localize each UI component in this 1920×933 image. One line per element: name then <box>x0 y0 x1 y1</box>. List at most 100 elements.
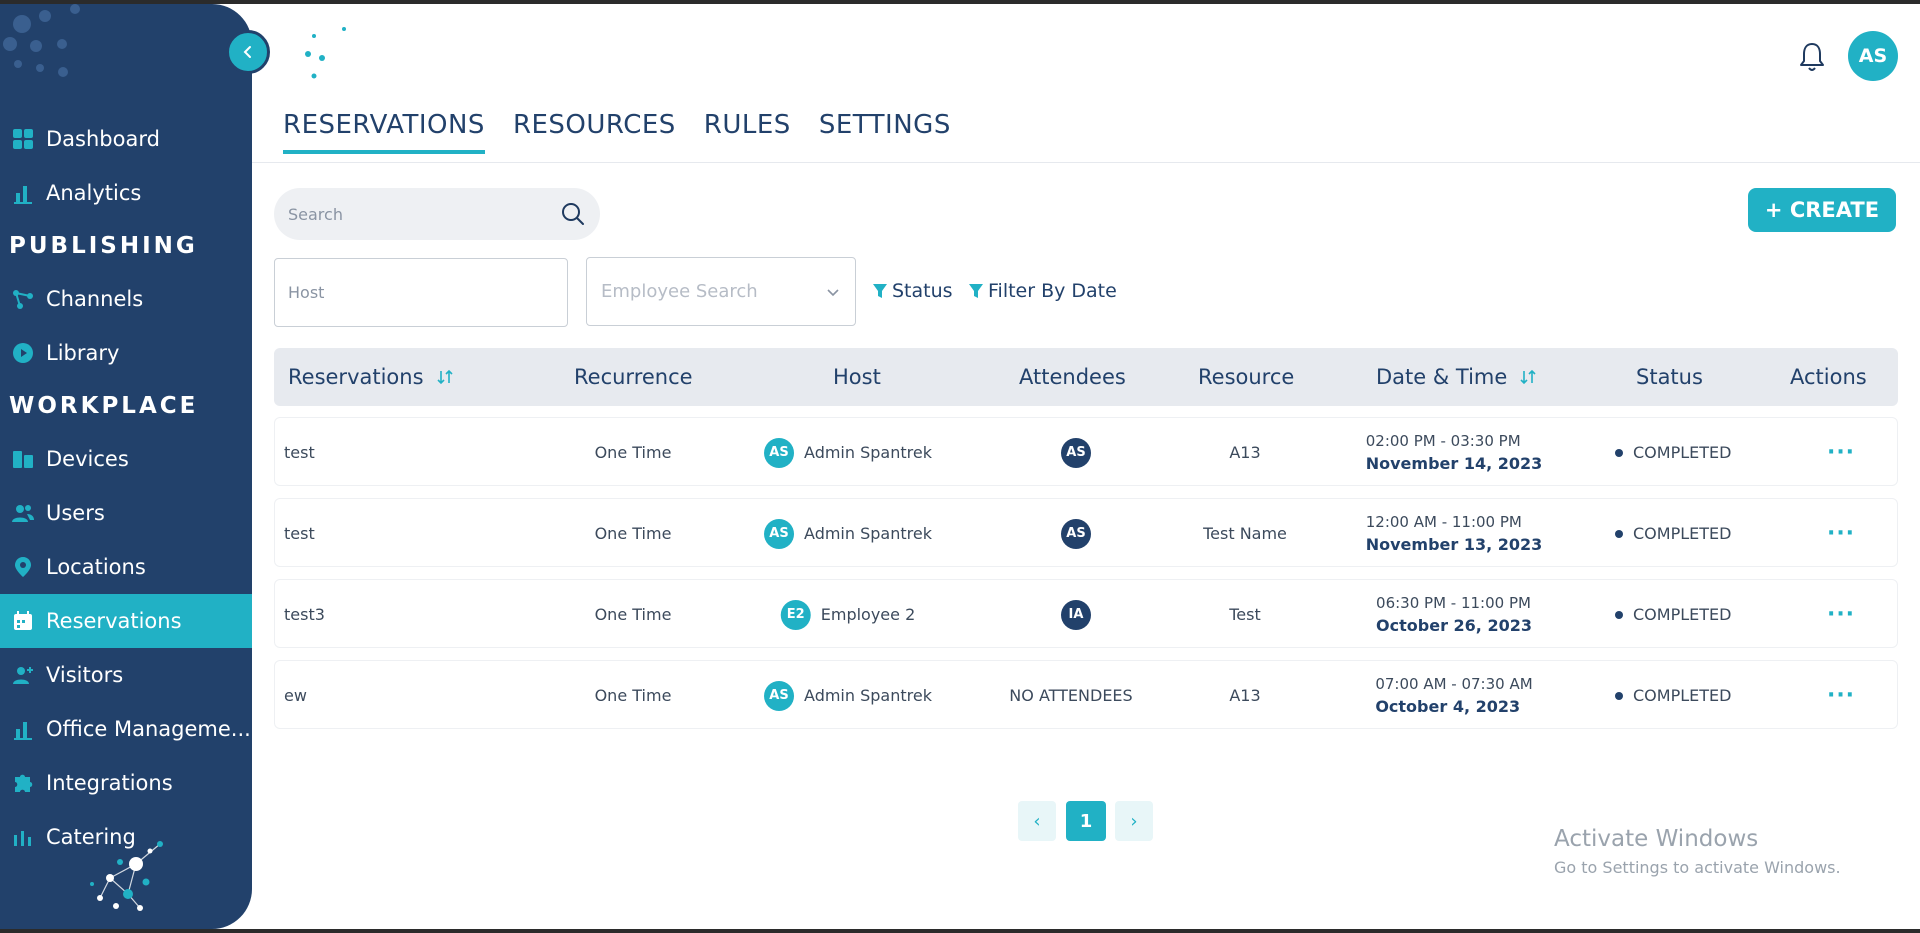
sidebar-item-locations[interactable]: Locations <box>0 540 252 594</box>
row-actions-menu-icon[interactable]: ··· <box>1827 418 1855 487</box>
funnel-icon <box>873 284 887 298</box>
host-name: Admin Spantrek <box>804 524 932 543</box>
sidebar-collapse-button[interactable] <box>226 30 270 74</box>
sidebar-item-analytics[interactable]: Analytics <box>0 166 252 220</box>
pagination-page-1[interactable]: 1 <box>1066 801 1106 841</box>
host-cell: AS Admin Spantrek <box>764 499 932 568</box>
sidebar-item-label: Visitors <box>46 663 124 687</box>
sort-icon[interactable] <box>1519 369 1537 385</box>
host-filter-field[interactable] <box>274 258 568 327</box>
analytics-icon <box>10 180 36 206</box>
sidebar-item-users[interactable]: Users <box>0 486 252 540</box>
create-button[interactable]: + CREATE <box>1748 188 1896 232</box>
puzzle-icon <box>10 770 36 796</box>
column-header-resource: Resource <box>1198 365 1295 389</box>
time-range: 12:00 AM - 11:00 PM <box>1365 513 1522 531</box>
brand-dots-logo <box>3 4 80 77</box>
sidebar-item-label: Reservations <box>46 609 182 633</box>
sidebar-item-library[interactable]: Library <box>0 326 252 380</box>
search-icon[interactable] <box>560 201 586 227</box>
sidebar-item-label: Devices <box>46 447 129 471</box>
attendee-avatar: AS <box>1061 437 1091 468</box>
sidebar-section-publishing: PUBLISHING <box>9 233 198 259</box>
search-box[interactable] <box>274 188 600 240</box>
status-dot <box>1615 610 1623 619</box>
date-time-cell: 02:00 PM - 03:30 PM November 14, 2023 <box>1366 418 1543 487</box>
status-filter-button[interactable]: Status <box>872 280 953 302</box>
tab-reservations[interactable]: RESERVATIONS <box>283 110 485 154</box>
table-row[interactable]: test One Time AS Admin Spantrek AS A13 02:00 P… <box>274 417 1898 486</box>
status-badge: COMPLETED <box>1633 524 1732 543</box>
status-cell: COMPLETED <box>1615 418 1731 487</box>
search-input[interactable] <box>288 204 560 224</box>
header-brand-logo <box>305 27 346 79</box>
row-actions-menu-icon[interactable]: ··· <box>1827 661 1855 730</box>
chevron-left-icon <box>243 46 251 58</box>
office-management-icon <box>10 716 36 742</box>
reservation-name: test <box>284 524 315 543</box>
host-cell: E2 Employee 2 <box>780 580 916 649</box>
sidebar-item-label: Integrations <box>46 771 173 795</box>
sidebar-item-visitors[interactable]: Visitors <box>0 648 252 702</box>
status-dot <box>1615 691 1623 700</box>
reservation-name: ew <box>284 686 307 705</box>
column-header-host: Host <box>833 365 881 389</box>
time-range: 02:00 PM - 03:30 PM <box>1365 432 1521 450</box>
host-cell: AS Admin Spantrek <box>764 661 932 730</box>
table-header: Reservations Recurrence Host Attendees R… <box>274 348 1898 406</box>
column-header-date-time[interactable]: Date & Time <box>1376 348 1537 406</box>
notifications-bell-icon[interactable] <box>1796 40 1828 74</box>
sidebar-item-office-manageme[interactable]: Office Manageme... <box>0 702 252 756</box>
column-header-recurrence: Recurrence <box>574 365 693 389</box>
sidebar-item-devices[interactable]: Devices <box>0 432 252 486</box>
date-time-cell: 07:00 AM - 07:30 AM October 4, 2023 <box>1375 661 1532 730</box>
user-avatar[interactable]: AS <box>1848 31 1898 81</box>
employee-search-select[interactable]: Employee Search <box>586 257 856 326</box>
time-range: 06:30 PM - 11:00 PM <box>1376 594 1531 612</box>
visitor-icon <box>10 662 36 688</box>
pagination-next-button[interactable]: › <box>1115 801 1153 841</box>
recurrence-value: One Time <box>594 443 672 462</box>
table-row[interactable]: test One Time AS Admin Spantrek AS Test Name 1… <box>274 498 1898 567</box>
host-name: Admin Spantrek <box>804 443 932 462</box>
host-name: Admin Spantrek <box>804 686 932 705</box>
row-actions-menu-icon[interactable]: ··· <box>1827 499 1855 568</box>
pagination-prev-button[interactable]: ‹ <box>1018 801 1056 841</box>
employee-search-placeholder: Employee Search <box>601 281 758 302</box>
tab-rules[interactable]: RULES <box>704 110 791 154</box>
table-row[interactable]: test3 One Time E2 Employee 2 IA Test 06:30 PM … <box>274 579 1898 648</box>
status-dot <box>1615 448 1623 457</box>
sidebar-item-label: Dashboard <box>46 127 160 151</box>
chevron-down-icon <box>827 288 839 296</box>
host-name: Employee 2 <box>820 605 916 624</box>
library-icon <box>10 340 36 366</box>
sidebar-item-integrations[interactable]: Integrations <box>0 756 252 810</box>
attendees-cell: IA <box>1061 580 1091 649</box>
attendees-cell: AS <box>1061 499 1091 568</box>
row-actions-menu-icon[interactable]: ··· <box>1827 580 1855 649</box>
resource-value: Test <box>1229 605 1261 624</box>
window-top-border <box>0 0 1920 4</box>
date-time-cell: 12:00 AM - 11:00 PM November 13, 2023 <box>1366 499 1543 568</box>
host-avatar: E2 <box>780 599 811 630</box>
sort-icon[interactable] <box>436 369 454 385</box>
table-row[interactable]: ew One Time AS Admin Spantrek NO ATTENDEES A1… <box>274 660 1898 729</box>
date-value: October 4, 2023 <box>1375 697 1521 716</box>
attendee-avatar: AS <box>1061 518 1091 549</box>
tab-settings[interactable]: SETTINGS <box>819 110 951 154</box>
date-value: November 14, 2023 <box>1365 454 1543 473</box>
channels-icon <box>10 286 36 312</box>
attendees-text: NO ATTENDEES <box>1009 686 1133 705</box>
date-value: October 26, 2023 <box>1376 616 1532 635</box>
host-input[interactable] <box>288 283 567 302</box>
recurrence-value: One Time <box>594 605 672 624</box>
sidebar-item-channels[interactable]: Channels <box>0 272 252 326</box>
tab-resources[interactable]: RESOURCES <box>513 110 676 154</box>
host-avatar: AS <box>764 518 795 549</box>
window-bottom-border <box>0 929 1920 933</box>
column-header-reservations[interactable]: Reservations <box>288 348 454 406</box>
sidebar-item-dashboard[interactable]: Dashboard <box>0 112 252 166</box>
date-filter-button[interactable]: Filter By Date <box>968 280 1117 302</box>
status-dot <box>1615 529 1623 538</box>
sidebar-item-reservations[interactable]: Reservations <box>0 594 252 648</box>
